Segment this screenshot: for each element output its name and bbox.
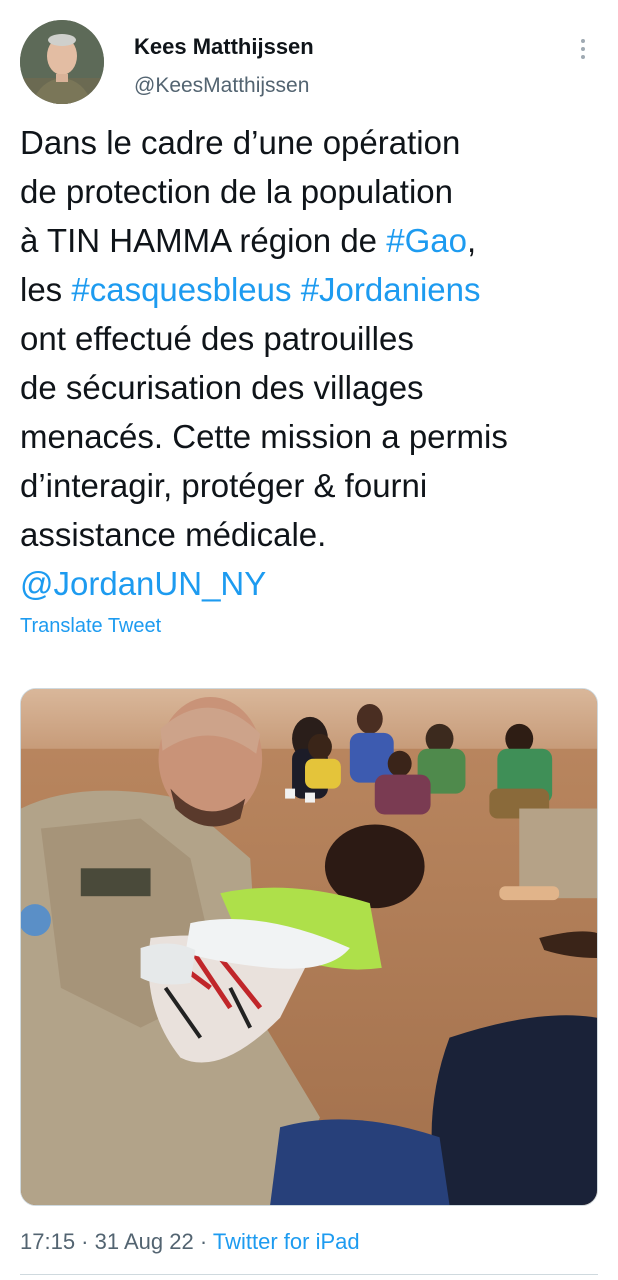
tweet-text-segment: de protection de la population [20, 173, 453, 210]
tweet-text-segment [292, 271, 301, 308]
author-name[interactable]: Kees Matthijssen [134, 34, 314, 60]
tweet-text-segment: de sécurisation des villages [20, 369, 424, 406]
tweet-date[interactable]: 31 Aug 22 [95, 1229, 194, 1254]
tweet-text-segment: assistance médicale. [20, 516, 327, 553]
dot [581, 47, 585, 51]
avatar-image [20, 20, 104, 104]
tweet-text-segment: à TIN HAMMA région de [20, 222, 387, 259]
dot [581, 55, 585, 59]
hashtag-link[interactable]: #Gao [386, 222, 467, 259]
tweet-source[interactable]: Twitter for iPad [213, 1229, 360, 1254]
more-options-icon[interactable] [568, 34, 598, 64]
tweet-text-segment: ont effectué des patrouilles [20, 320, 414, 357]
translate-tweet-link[interactable]: Translate Tweet [20, 615, 161, 638]
tweet-time[interactable]: 17:15 [20, 1229, 75, 1254]
tweet-line: les #casquesbleus #Jordaniens [20, 265, 600, 314]
tweet-text-segment: , [466, 222, 477, 259]
tweet-line: ont effectué des patrouilles [20, 314, 600, 363]
tweet-line: de sécurisation des villages [20, 363, 600, 412]
separator: · [75, 1229, 95, 1254]
tweet-line: assistance médicale. [20, 510, 600, 559]
tweet-meta: 17:15 · 31 Aug 22 · Twitter for iPad [20, 1229, 360, 1255]
separator: · [193, 1229, 213, 1254]
tweet-photo[interactable] [20, 688, 598, 1206]
tweet-text-segment: Dans le cadre d’une opération [20, 124, 461, 161]
tweet-line: de protection de la population [20, 167, 600, 216]
tweet-text-segment: les [20, 271, 72, 308]
photo-image [21, 689, 597, 1205]
tweet-line: @JordanUN_NY [20, 559, 600, 608]
hashtag-link[interactable]: #Jordaniens [301, 271, 481, 308]
divider [20, 1274, 598, 1275]
tweet-line: menacés. Cette mission a permis [20, 412, 600, 461]
mention-link[interactable]: @JordanUN_NY [20, 565, 266, 602]
hashtag-link[interactable]: #casquesbleus [71, 271, 291, 308]
tweet-line: Dans le cadre d’une opération [20, 118, 600, 167]
dot [581, 39, 585, 43]
tweet-line: d’interagir, protéger & fourni [20, 461, 600, 510]
author-avatar[interactable] [20, 20, 104, 104]
tweet-text-segment: menacés. Cette mission a permis [20, 418, 508, 455]
author-handle[interactable]: @KeesMatthijssen [134, 74, 309, 98]
tweet-text-segment: d’interagir, protéger & fourni [20, 467, 428, 504]
tweet-text: Dans le cadre d’une opération de protecti… [20, 118, 600, 608]
tweet-line: à TIN HAMMA région de #Gao, [20, 216, 600, 265]
